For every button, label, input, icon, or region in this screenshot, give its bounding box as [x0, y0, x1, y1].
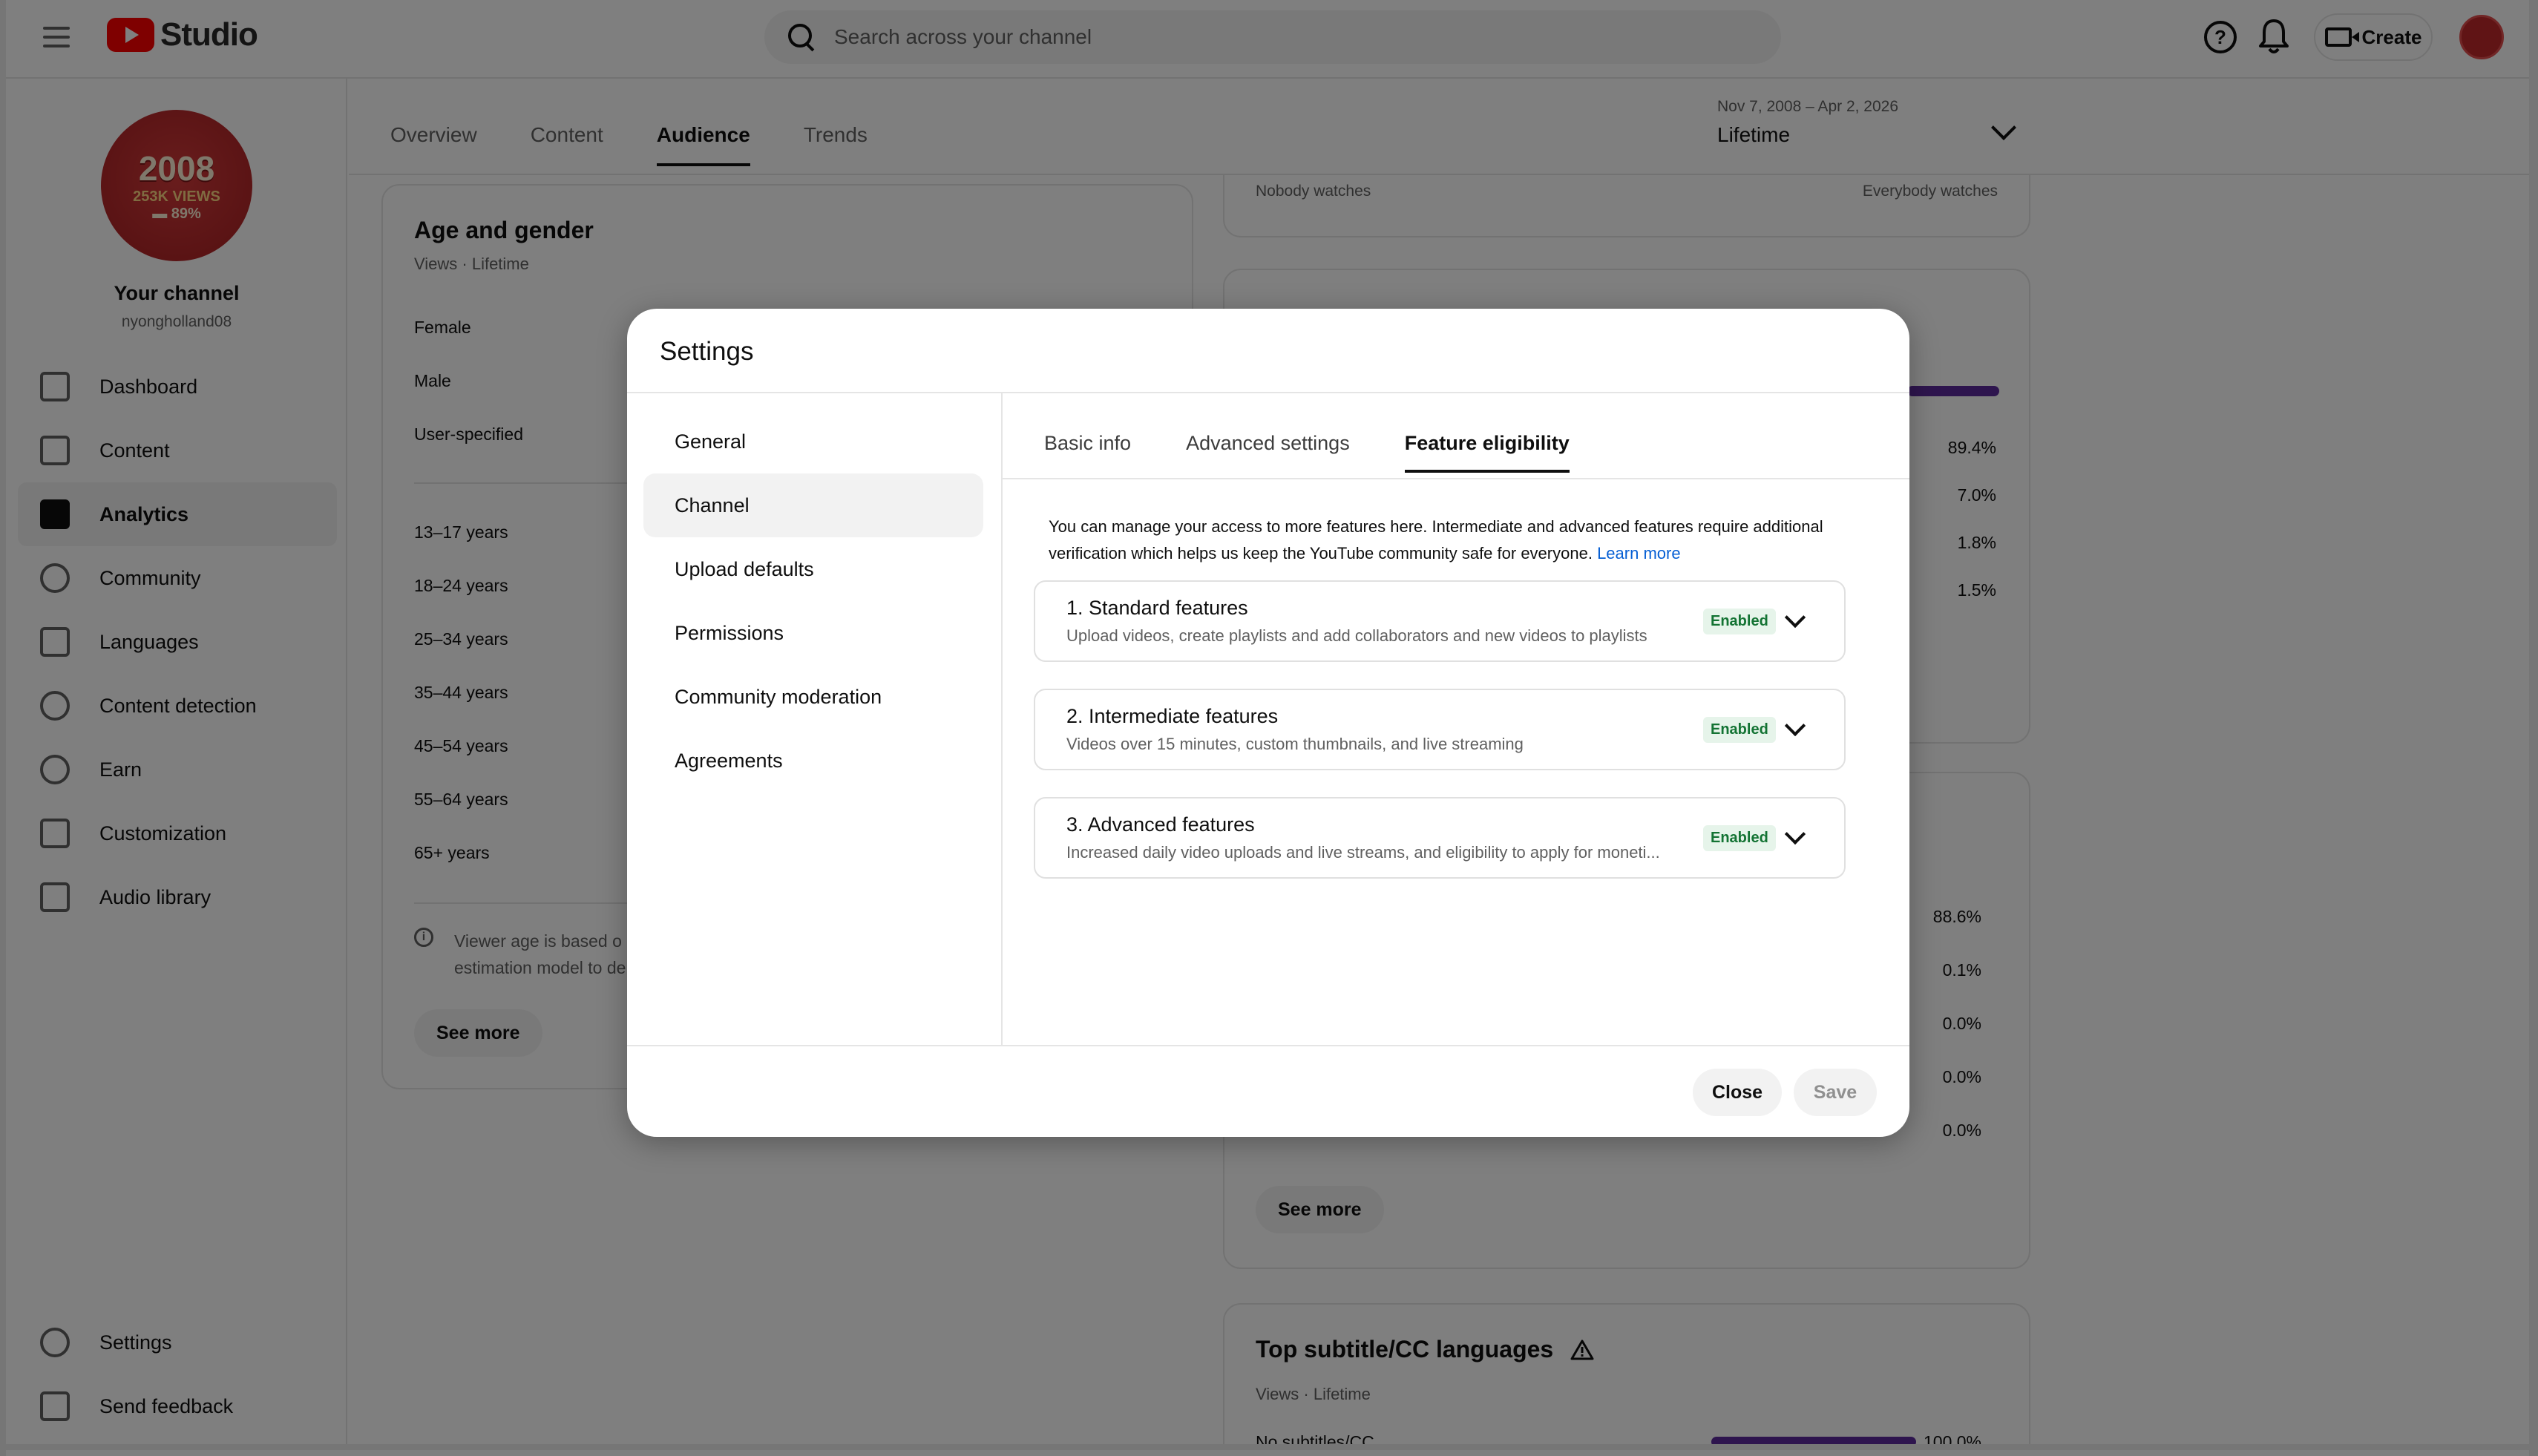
settings-nav-channel[interactable]: Channel	[643, 473, 983, 537]
save-button[interactable]: Save	[1794, 1069, 1877, 1116]
feature-description: Videos over 15 minutes, custom thumbnail…	[1066, 735, 1524, 753]
description-text: You can manage your access to more featu…	[1049, 517, 1823, 563]
chevron-down-icon[interactable]	[1784, 606, 1806, 629]
feature-title: 2. Intermediate features	[1066, 705, 1279, 727]
divider	[627, 392, 1909, 393]
settings-nav-upload-defaults[interactable]: Upload defaults	[643, 537, 983, 601]
feature-title: 3. Advanced features	[1066, 813, 1255, 836]
tab-feature-eligibility[interactable]: Feature eligibility	[1404, 432, 1570, 473]
chevron-down-icon[interactable]	[1784, 823, 1806, 845]
settings-nav-general[interactable]: General	[643, 410, 983, 473]
dialog-title: Settings	[660, 337, 754, 366]
feature-row-advanced[interactable]: 3. Advanced features Increased daily vid…	[1034, 797, 1846, 879]
feature-eligibility-description: You can manage your access to more featu…	[1049, 514, 1835, 567]
close-button[interactable]: Close	[1693, 1069, 1782, 1116]
chevron-down-icon[interactable]	[1784, 715, 1806, 737]
settings-nav-agreements[interactable]: Agreements	[643, 729, 983, 793]
settings-nav-permissions[interactable]: Permissions	[643, 601, 983, 665]
feature-row-standard[interactable]: 1. Standard features Upload videos, crea…	[1034, 580, 1846, 662]
status-badge: Enabled	[1703, 825, 1776, 851]
feature-description: Upload videos, create playlists and add …	[1066, 626, 1647, 645]
tab-basic-info[interactable]: Basic info	[1044, 432, 1131, 473]
divider	[1001, 393, 1003, 1045]
feature-row-intermediate[interactable]: 2. Intermediate features Videos over 15 …	[1034, 689, 1846, 770]
status-badge: Enabled	[1703, 609, 1776, 634]
feature-title: 1. Standard features	[1066, 597, 1248, 619]
settings-nav-community-moderation[interactable]: Community moderation	[643, 665, 983, 729]
channel-settings-tabs: Basic info Advanced settings Feature eli…	[1044, 432, 1624, 473]
settings-nav: General Channel Upload defaults Permissi…	[643, 410, 983, 793]
learn-more-link[interactable]: Learn more	[1597, 544, 1681, 563]
settings-dialog: Settings General Channel Upload defaults…	[627, 309, 1909, 1137]
tab-advanced-settings[interactable]: Advanced settings	[1186, 432, 1350, 473]
feature-description: Increased daily video uploads and live s…	[1066, 843, 1660, 862]
divider	[1003, 478, 1909, 479]
divider	[627, 1045, 1909, 1046]
status-badge: Enabled	[1703, 717, 1776, 743]
